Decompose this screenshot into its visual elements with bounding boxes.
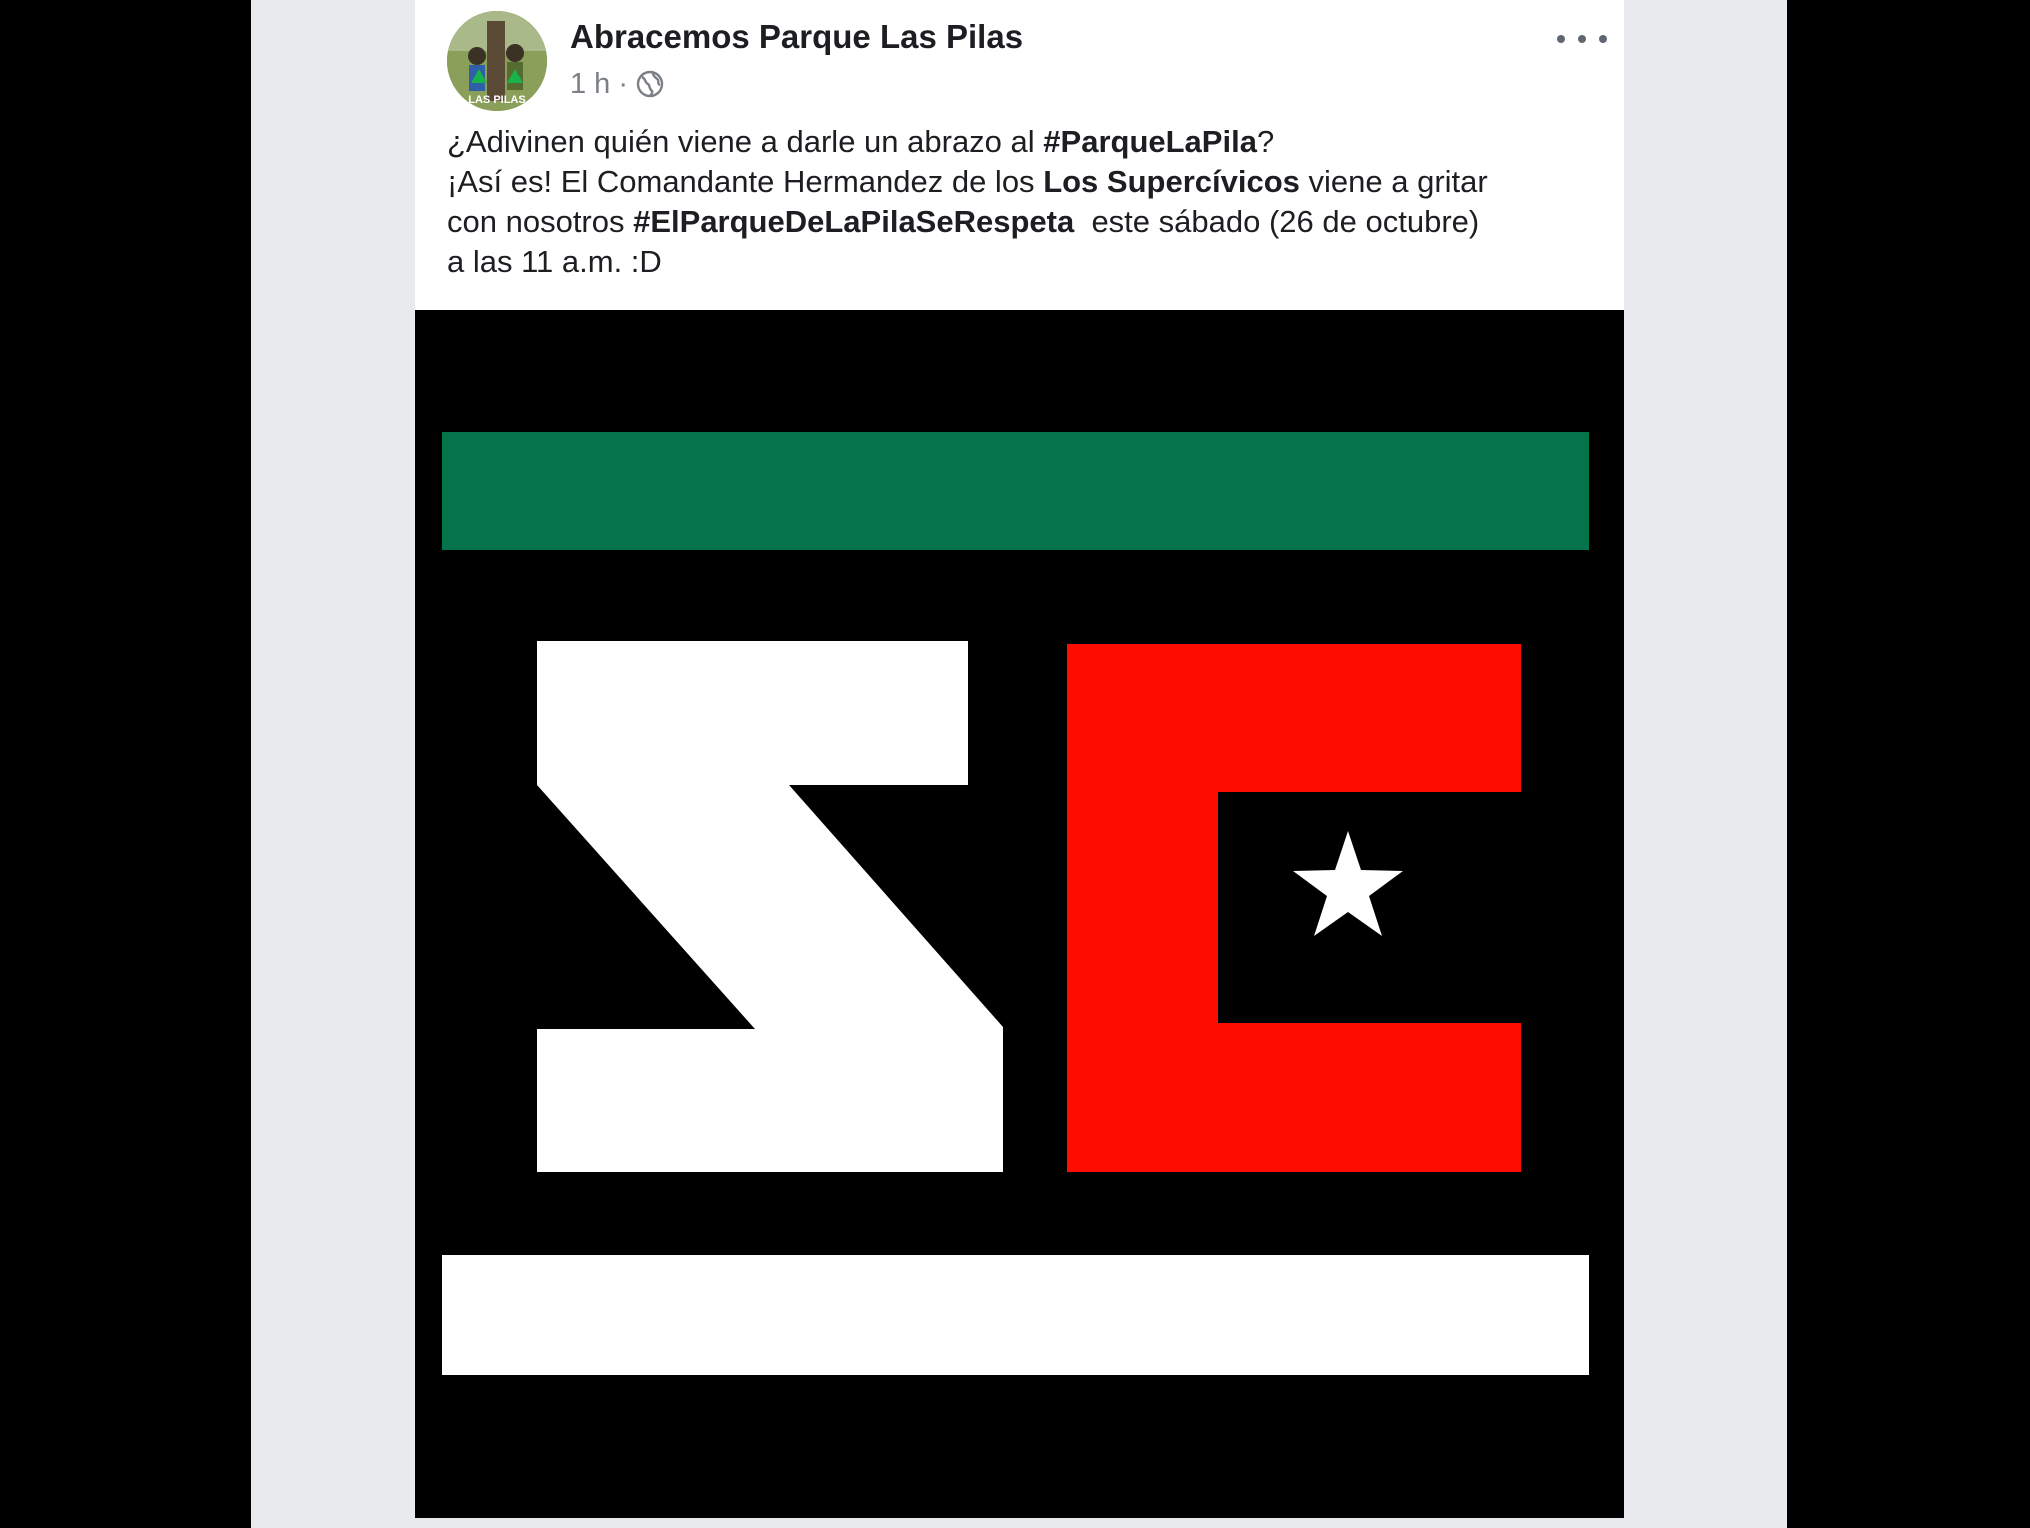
post-card: LAS PILAS Abracemos Parque Las Pilas 1 h… — [415, 0, 1624, 1528]
more-options-icon[interactable] — [1557, 22, 1607, 56]
hashtag-parque-la-pila[interactable]: #ParqueLaPila — [1043, 124, 1257, 159]
los-supercivicos-logo — [415, 310, 1624, 1518]
post-line-3: con nosotros #ElParqueDeLaPilaSeRespeta … — [447, 204, 1480, 239]
more-dot-icon — [1599, 35, 1607, 43]
mention-los-supercivicos[interactable]: Los Supercívicos — [1043, 164, 1300, 199]
post-timestamp[interactable]: 1 h — [570, 68, 610, 101]
logo-green-bar — [442, 432, 1589, 550]
meta-separator: · — [618, 67, 628, 100]
post-line-2: ¡Así es! El Comandante Hermandez de los … — [447, 164, 1488, 199]
hashtag-el-parque-de-la-pila-se-respeta[interactable]: #ElParqueDeLaPilaSeRespeta — [633, 204, 1074, 239]
svg-text:LAS PILAS: LAS PILAS — [468, 94, 525, 106]
app-screen: LAS PILAS Abracemos Parque Las Pilas 1 h… — [251, 0, 1787, 1528]
post-message: ¿Adivinen quién viene a darle un abrazo … — [447, 122, 1597, 282]
post-line-1: ¿Adivinen quién viene a darle un abrazo … — [447, 124, 1275, 159]
avatar-image-icon: LAS PILAS — [447, 11, 547, 111]
page-avatar[interactable]: LAS PILAS — [447, 11, 547, 111]
post-meta: 1 h · — [570, 66, 664, 102]
more-dot-icon — [1557, 35, 1565, 43]
logo-white-bar — [442, 1255, 1589, 1375]
post-photo[interactable] — [415, 310, 1624, 1518]
globe-icon[interactable] — [636, 70, 664, 98]
page-name-link[interactable]: Abracemos Parque Las Pilas — [570, 18, 1023, 56]
post-line-4: a las 11 a.m. :D — [447, 244, 662, 279]
card-bottom-divider — [415, 1518, 1624, 1528]
more-dot-icon — [1578, 35, 1586, 43]
post-header: LAS PILAS Abracemos Parque Las Pilas 1 h… — [415, 0, 1624, 120]
